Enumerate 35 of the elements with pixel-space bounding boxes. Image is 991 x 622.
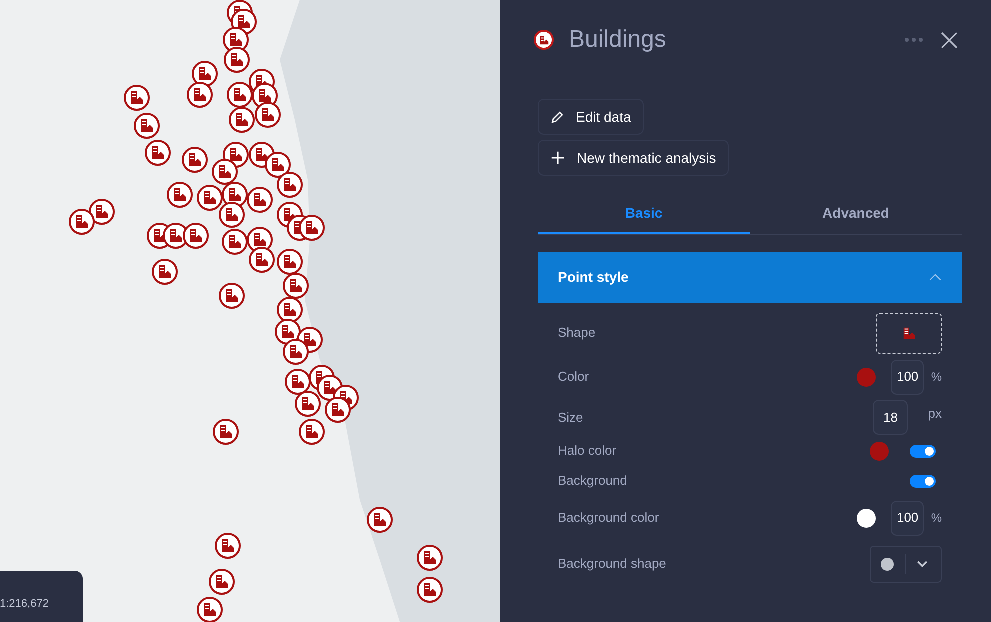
color-swatch[interactable]: [857, 368, 876, 386]
panel-title: Buildings: [569, 25, 666, 55]
close-icon[interactable]: [941, 32, 958, 48]
toggle-switch[interactable]: [910, 444, 936, 458]
row-label: Shape: [558, 324, 596, 342]
chevron-icon: [929, 274, 942, 281]
row-label: Background color: [558, 509, 660, 528]
number-field[interactable]: 100: [891, 500, 924, 536]
building-icon: [902, 326, 916, 340]
row-label: Background shape: [558, 555, 666, 574]
map-background[interactable]: 1:216,672: [0, 0, 500, 622]
color-swatch[interactable]: [870, 442, 889, 460]
section-header[interactable]: Point style: [538, 252, 962, 303]
row-label: Color: [558, 368, 590, 386]
color-swatch[interactable]: [857, 508, 876, 528]
plus-icon: [551, 151, 565, 165]
unit-label: px: [928, 404, 942, 423]
number-field[interactable]: 18: [873, 400, 908, 435]
row-label: Background: [558, 472, 628, 490]
toggle-switch[interactable]: [910, 474, 936, 488]
shape-dropdown[interactable]: [870, 546, 942, 582]
tab[interactable]: Advanced: [750, 195, 962, 234]
number-field[interactable]: 100: [891, 360, 924, 394]
unit-label: %: [931, 369, 942, 386]
map-scale: 1:216,672: [0, 596, 49, 612]
action-button[interactable]: New thematic analysis: [538, 140, 730, 176]
row-label: Halo color: [558, 442, 617, 460]
shape-picker[interactable]: [876, 312, 942, 354]
chevron-down-icon: [917, 560, 928, 568]
building-icon: [534, 30, 554, 50]
tab[interactable]: Basic: [538, 195, 750, 234]
action-button[interactable]: Edit data: [538, 99, 644, 135]
row-label: Size: [558, 408, 584, 427]
unit-label: %: [931, 510, 942, 527]
pencil-icon: [551, 110, 564, 124]
